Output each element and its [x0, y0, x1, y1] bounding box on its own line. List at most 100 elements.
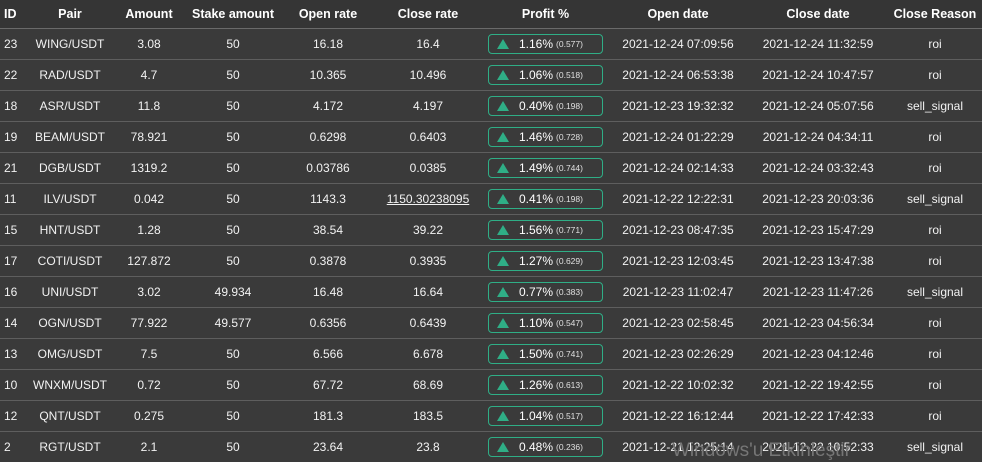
- trade-open-date: 2021-12-24 06:53:38: [608, 60, 748, 91]
- profit-percent: 1.27%: [519, 254, 553, 268]
- triangle-up-icon: [497, 349, 509, 359]
- column-header-amount[interactable]: Amount: [115, 0, 183, 29]
- profit-badge: 1.16%(0.577): [488, 34, 603, 54]
- trade-profit-cell: 0.40%(0.198): [483, 91, 608, 122]
- trade-open-date: 2021-12-23 08:47:35: [608, 215, 748, 246]
- trade-pair: QNT/USDT: [25, 401, 115, 432]
- trade-pair: OGN/USDT: [25, 308, 115, 339]
- trade-close-date: 2021-12-23 11:47:26: [748, 277, 888, 308]
- trade-id: 15: [0, 215, 25, 246]
- trade-pair: WING/USDT: [25, 29, 115, 60]
- trade-pair: RGT/USDT: [25, 432, 115, 462]
- trade-id: 14: [0, 308, 25, 339]
- trade-open-rate: 6.566: [283, 339, 373, 370]
- trade-close-date: 2021-12-23 15:47:29: [748, 215, 888, 246]
- trade-open-date: 2021-12-23 19:32:32: [608, 91, 748, 122]
- profit-badge: 1.26%(0.613): [488, 375, 603, 395]
- profit-badge: 1.56%(0.771): [488, 220, 603, 240]
- table-row[interactable]: 23WING/USDT3.085016.1816.41.16%(0.577)20…: [0, 29, 982, 60]
- profit-badge: 1.04%(0.517): [488, 406, 603, 426]
- trade-close-date: 2021-12-23 04:12:46: [748, 339, 888, 370]
- table-row[interactable]: 12QNT/USDT0.27550181.3183.51.04%(0.517)2…: [0, 401, 982, 432]
- trade-close-reason: roi: [888, 339, 982, 370]
- trade-amount: 4.7: [115, 60, 183, 91]
- profit-percent: 0.48%: [519, 440, 553, 454]
- table-row[interactable]: 19BEAM/USDT78.921500.62980.64031.46%(0.7…: [0, 122, 982, 153]
- table-row[interactable]: 11ILV/USDT0.042501143.31150.302380950.41…: [0, 184, 982, 215]
- triangle-up-icon: [497, 380, 509, 390]
- column-header-profit[interactable]: Profit %: [483, 0, 608, 29]
- trade-close-rate: 0.0385: [373, 153, 483, 184]
- column-header-open-date[interactable]: Open date: [608, 0, 748, 29]
- column-header-close-rate[interactable]: Close rate: [373, 0, 483, 29]
- trade-close-rate: 16.64: [373, 277, 483, 308]
- triangle-up-icon: [497, 256, 509, 266]
- column-header-close-date[interactable]: Close date: [748, 0, 888, 29]
- trade-profit-cell: 1.10%(0.547): [483, 308, 608, 339]
- trade-close-reason: roi: [888, 215, 982, 246]
- trade-close-date: 2021-12-24 03:32:43: [748, 153, 888, 184]
- table-row[interactable]: 10WNXM/USDT0.725067.7268.691.26%(0.613)2…: [0, 370, 982, 401]
- trade-close-reason: sell_signal: [888, 184, 982, 215]
- trade-id: 21: [0, 153, 25, 184]
- profit-percent: 0.40%: [519, 99, 553, 113]
- trade-profit-cell: 1.56%(0.771): [483, 215, 608, 246]
- trade-profit-cell: 1.27%(0.629): [483, 246, 608, 277]
- trade-id: 13: [0, 339, 25, 370]
- table-row[interactable]: 14OGN/USDT77.92249.5770.63560.64391.10%(…: [0, 308, 982, 339]
- table-row[interactable]: 13OMG/USDT7.5506.5666.6781.50%(0.741)202…: [0, 339, 982, 370]
- trade-open-date: 2021-12-24 02:14:33: [608, 153, 748, 184]
- table-row[interactable]: 18ASR/USDT11.8504.1724.1970.40%(0.198)20…: [0, 91, 982, 122]
- table-row[interactable]: 2RGT/USDT2.15023.6423.80.48%(0.236)2021-…: [0, 432, 982, 462]
- profit-percent: 1.56%: [519, 223, 553, 237]
- trade-open-date: 2021-12-22 10:02:32: [608, 370, 748, 401]
- profit-ratio: (0.547): [556, 318, 583, 328]
- trade-close-rate: 6.678: [373, 339, 483, 370]
- profit-percent: 1.06%: [519, 68, 553, 82]
- trade-close-date: 2021-12-23 20:03:36: [748, 184, 888, 215]
- column-header-id[interactable]: ID: [0, 0, 25, 29]
- triangle-up-icon: [497, 132, 509, 142]
- trade-open-rate: 10.365: [283, 60, 373, 91]
- trade-id: 2: [0, 432, 25, 462]
- table-row[interactable]: 21DGB/USDT1319.2500.037860.03851.49%(0.7…: [0, 153, 982, 184]
- trade-close-reason: roi: [888, 60, 982, 91]
- table-row[interactable]: 16UNI/USDT3.0249.93416.4816.640.77%(0.38…: [0, 277, 982, 308]
- profit-ratio: (0.236): [556, 442, 583, 452]
- trade-amount: 3.02: [115, 277, 183, 308]
- trade-stake-amount: 49.577: [183, 308, 283, 339]
- trade-close-reason: roi: [888, 308, 982, 339]
- trade-stake-amount: 50: [183, 432, 283, 462]
- trade-stake-amount: 50: [183, 91, 283, 122]
- trade-close-reason: roi: [888, 153, 982, 184]
- trade-close-rate: 68.69: [373, 370, 483, 401]
- trade-close-rate: 0.6403: [373, 122, 483, 153]
- trade-stake-amount: 50: [183, 339, 283, 370]
- column-header-stake-amount[interactable]: Stake amount: [183, 0, 283, 29]
- table-row[interactable]: 15HNT/USDT1.285038.5439.221.56%(0.771)20…: [0, 215, 982, 246]
- close-rate-link[interactable]: 1150.30238095: [387, 192, 470, 206]
- trade-close-date: 2021-12-22 17:42:33: [748, 401, 888, 432]
- profit-ratio: (0.198): [556, 194, 583, 204]
- trade-amount: 3.08: [115, 29, 183, 60]
- table-row[interactable]: 17COTI/USDT127.872500.38780.39351.27%(0.…: [0, 246, 982, 277]
- column-header-open-rate[interactable]: Open rate: [283, 0, 373, 29]
- trade-open-date: 2021-12-24 07:09:56: [608, 29, 748, 60]
- trade-profit-cell: 0.77%(0.383): [483, 277, 608, 308]
- trade-open-rate: 181.3: [283, 401, 373, 432]
- profit-ratio: (0.198): [556, 101, 583, 111]
- trade-amount: 127.872: [115, 246, 183, 277]
- trade-close-rate: 1150.30238095: [373, 184, 483, 215]
- trade-amount: 77.922: [115, 308, 183, 339]
- trade-open-date: 2021-12-24 01:22:29: [608, 122, 748, 153]
- column-header-pair[interactable]: Pair: [25, 0, 115, 29]
- trade-profit-cell: 1.50%(0.741): [483, 339, 608, 370]
- profit-ratio: (0.741): [556, 349, 583, 359]
- column-header-close-reason[interactable]: Close Reason: [888, 0, 982, 29]
- trade-id: 11: [0, 184, 25, 215]
- trade-profit-cell: 0.48%(0.236): [483, 432, 608, 462]
- trade-close-date: 2021-12-22 10:52:33: [748, 432, 888, 462]
- trade-close-reason: roi: [888, 246, 982, 277]
- trade-stake-amount: 50: [183, 184, 283, 215]
- table-row[interactable]: 22RAD/USDT4.75010.36510.4961.06%(0.518)2…: [0, 60, 982, 91]
